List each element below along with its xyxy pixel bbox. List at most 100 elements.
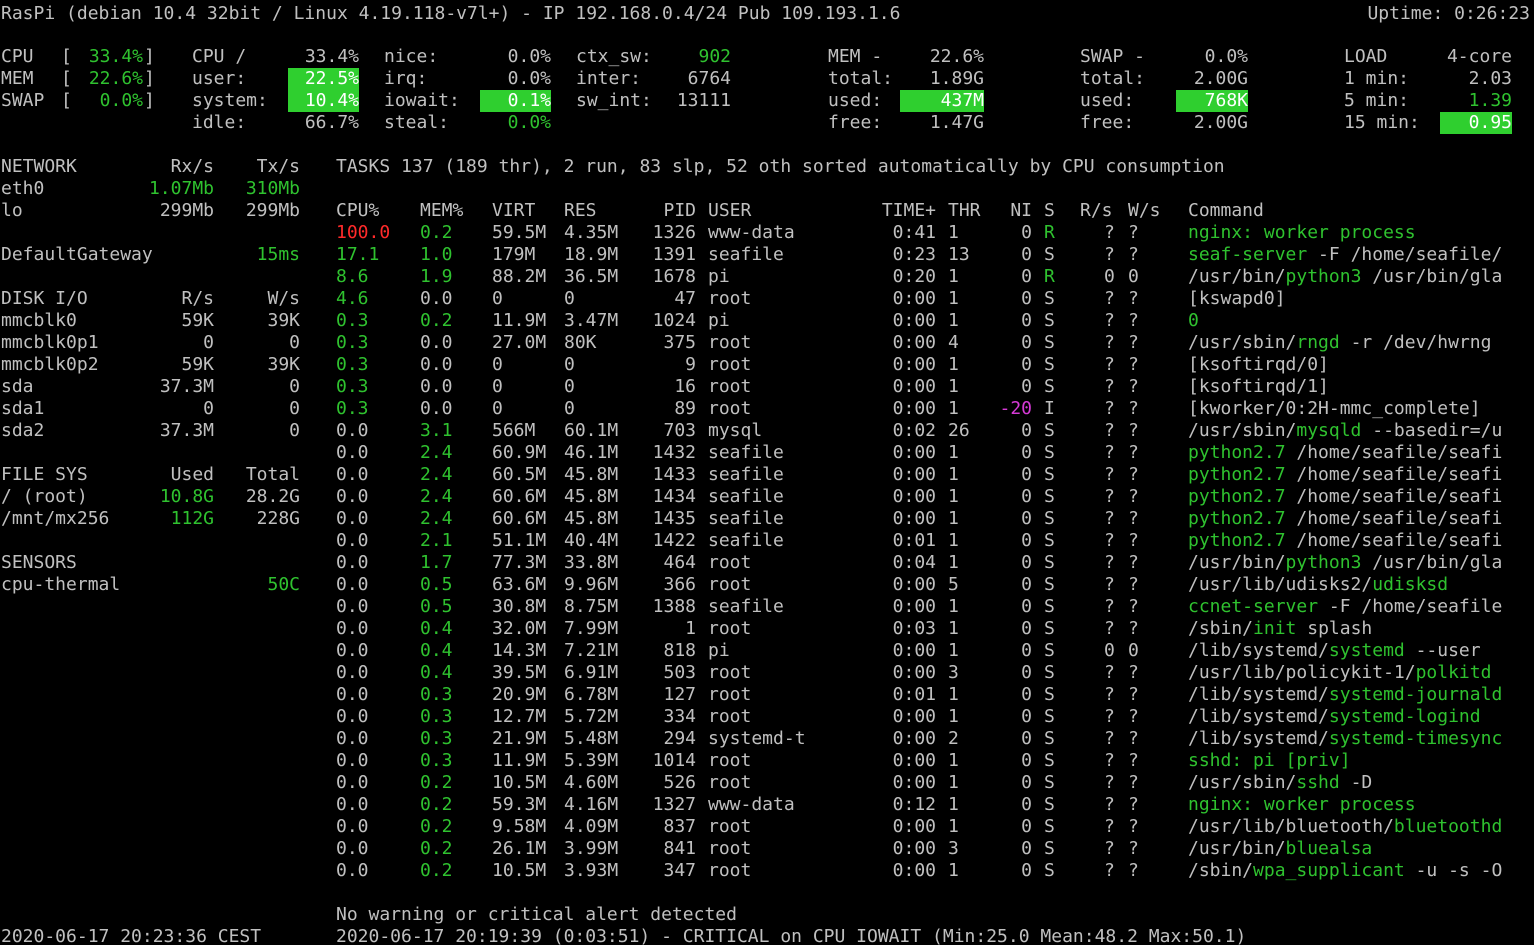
cell-virt: 10.5M bbox=[492, 772, 547, 793]
cell-user: root bbox=[708, 376, 752, 397]
col-ws[interactable]: W/s bbox=[1128, 200, 1161, 222]
cell-cpu: 0.0 bbox=[336, 486, 369, 507]
col-command[interactable]: Command bbox=[1188, 200, 1264, 222]
command-name: polkitd bbox=[1415, 662, 1492, 683]
command-name: systemd bbox=[1328, 640, 1405, 661]
cell-mem: 0.0 bbox=[420, 332, 453, 353]
cell-status: S bbox=[1044, 354, 1055, 375]
cell-ni: -20 bbox=[999, 398, 1032, 419]
cell-mem: 0.2 bbox=[420, 222, 453, 243]
cell-command: python2.7 /home/seafile/seafi bbox=[1188, 530, 1502, 552]
cell-thr: 3 bbox=[948, 838, 959, 859]
cell-user: root bbox=[708, 574, 752, 595]
cell-time: 0:01 bbox=[892, 530, 936, 551]
cell-command: /usr/bin/python3 /usr/bin/gla bbox=[1188, 552, 1502, 574]
col-pid[interactable]: PID bbox=[640, 200, 696, 222]
command-args: /home/seafile/seafi bbox=[1285, 486, 1503, 507]
cell-status: R bbox=[1044, 222, 1055, 243]
col-ni[interactable]: NI bbox=[992, 200, 1032, 222]
cell-status: S bbox=[1044, 816, 1055, 837]
cell-status: S bbox=[1044, 684, 1055, 705]
cell-user: root bbox=[708, 662, 752, 683]
mem-title: MEM - bbox=[828, 46, 883, 67]
col-mem[interactable]: MEM% bbox=[420, 200, 463, 222]
cell-write-rate: ? bbox=[1128, 662, 1139, 683]
quicklook-swap-bracket-close: ] bbox=[144, 90, 155, 111]
cell-virt: 30.8M bbox=[492, 596, 547, 617]
command-args: /home/seafile/seafi bbox=[1285, 442, 1503, 463]
cell-status: S bbox=[1044, 420, 1055, 441]
command-path: /lib/systemd/ bbox=[1188, 728, 1329, 749]
cell-cpu: 0.0 bbox=[336, 794, 369, 815]
cell-thr: 1 bbox=[948, 354, 959, 375]
cell-thr: 1 bbox=[948, 508, 959, 529]
cell-write-rate: ? bbox=[1128, 530, 1139, 551]
cell-virt: 63.6M bbox=[492, 574, 547, 595]
cell-res: 4.09M bbox=[564, 816, 619, 837]
cell-virt: 20.9M bbox=[492, 684, 547, 705]
cell-status: S bbox=[1044, 530, 1055, 551]
cell-pid: 1433 bbox=[652, 464, 696, 485]
cell-read-rate: ? bbox=[1104, 706, 1115, 727]
cell-pid: 841 bbox=[663, 838, 696, 859]
cell-mem: 3.1 bbox=[420, 420, 453, 441]
cell-thr: 13 bbox=[948, 244, 970, 265]
col-user[interactable]: USER bbox=[708, 200, 751, 222]
cell-write-rate: ? bbox=[1128, 354, 1139, 375]
cell-mem: 0.0 bbox=[420, 376, 453, 397]
load-15min-value: 0.95 bbox=[1440, 112, 1512, 134]
col-s[interactable]: S bbox=[1044, 200, 1055, 222]
swap-percent: 0.0% bbox=[1204, 46, 1248, 67]
cell-read-rate: ? bbox=[1104, 354, 1115, 375]
cell-ni: 0 bbox=[1021, 376, 1032, 397]
cell-cpu: 0.0 bbox=[336, 530, 369, 551]
cell-ni: 0 bbox=[1021, 662, 1032, 683]
col-time[interactable]: TIME+ bbox=[860, 200, 936, 222]
disk-read: 59K bbox=[181, 310, 214, 331]
col-rs[interactable]: R/s bbox=[1080, 200, 1113, 222]
cell-virt: 26.1M bbox=[492, 838, 547, 859]
cell-time: 0:00 bbox=[892, 662, 936, 683]
cell-read-rate: ? bbox=[1104, 596, 1115, 617]
command-path: /usr/lib/udisks2/ bbox=[1188, 574, 1373, 595]
cell-res: 0 bbox=[564, 354, 575, 375]
cell-read-rate: ? bbox=[1104, 310, 1115, 331]
col-res[interactable]: RES bbox=[564, 200, 597, 222]
cell-user: root bbox=[708, 618, 752, 639]
cell-cpu: 0.0 bbox=[336, 574, 369, 595]
cell-user: root bbox=[708, 288, 752, 309]
swap-free-value: 2.00G bbox=[1193, 112, 1248, 133]
cell-cpu: 0.3 bbox=[336, 398, 369, 419]
cell-thr: 1 bbox=[948, 640, 959, 661]
quicklook-swap-bracket-open: [ bbox=[61, 90, 72, 111]
col-virt[interactable]: VIRT bbox=[492, 200, 535, 222]
cell-thr: 1 bbox=[948, 816, 959, 837]
cell-virt: 60.6M bbox=[492, 486, 547, 507]
mem-total-label: total: bbox=[828, 68, 894, 89]
command-args: splash bbox=[1296, 618, 1373, 639]
cell-command: /usr/sbin/mysqld --basedir=/u bbox=[1188, 420, 1502, 442]
col-thr[interactable]: THR bbox=[948, 200, 981, 222]
cell-mem: 0.2 bbox=[420, 310, 453, 331]
cell-user: root bbox=[708, 816, 752, 837]
cell-virt: 27.0M bbox=[492, 332, 547, 353]
command-name: init bbox=[1253, 618, 1297, 639]
cell-ni: 0 bbox=[1021, 552, 1032, 573]
cpu-inter-value: 6764 bbox=[687, 68, 731, 89]
cell-res: 0 bbox=[564, 376, 575, 397]
cell-command: ccnet-server -F /home/seafile bbox=[1188, 596, 1502, 618]
command-name: bluetoothd bbox=[1393, 816, 1503, 837]
cell-thr: 2 bbox=[948, 728, 959, 749]
col-cpu[interactable]: CPU% bbox=[336, 200, 379, 222]
network-iface-rx: 299Mb bbox=[159, 200, 214, 221]
cell-mem: 0.5 bbox=[420, 574, 453, 595]
cell-read-rate: ? bbox=[1104, 860, 1115, 881]
command-name: seaf-server bbox=[1188, 244, 1308, 265]
cpu-idle-label: idle: bbox=[192, 112, 247, 133]
cell-thr: 1 bbox=[948, 376, 959, 397]
cell-status: S bbox=[1044, 618, 1055, 639]
cell-thr: 1 bbox=[948, 310, 959, 331]
cell-user: root bbox=[708, 706, 752, 727]
cell-mem: 2.4 bbox=[420, 464, 453, 485]
cell-ni: 0 bbox=[1021, 706, 1032, 727]
